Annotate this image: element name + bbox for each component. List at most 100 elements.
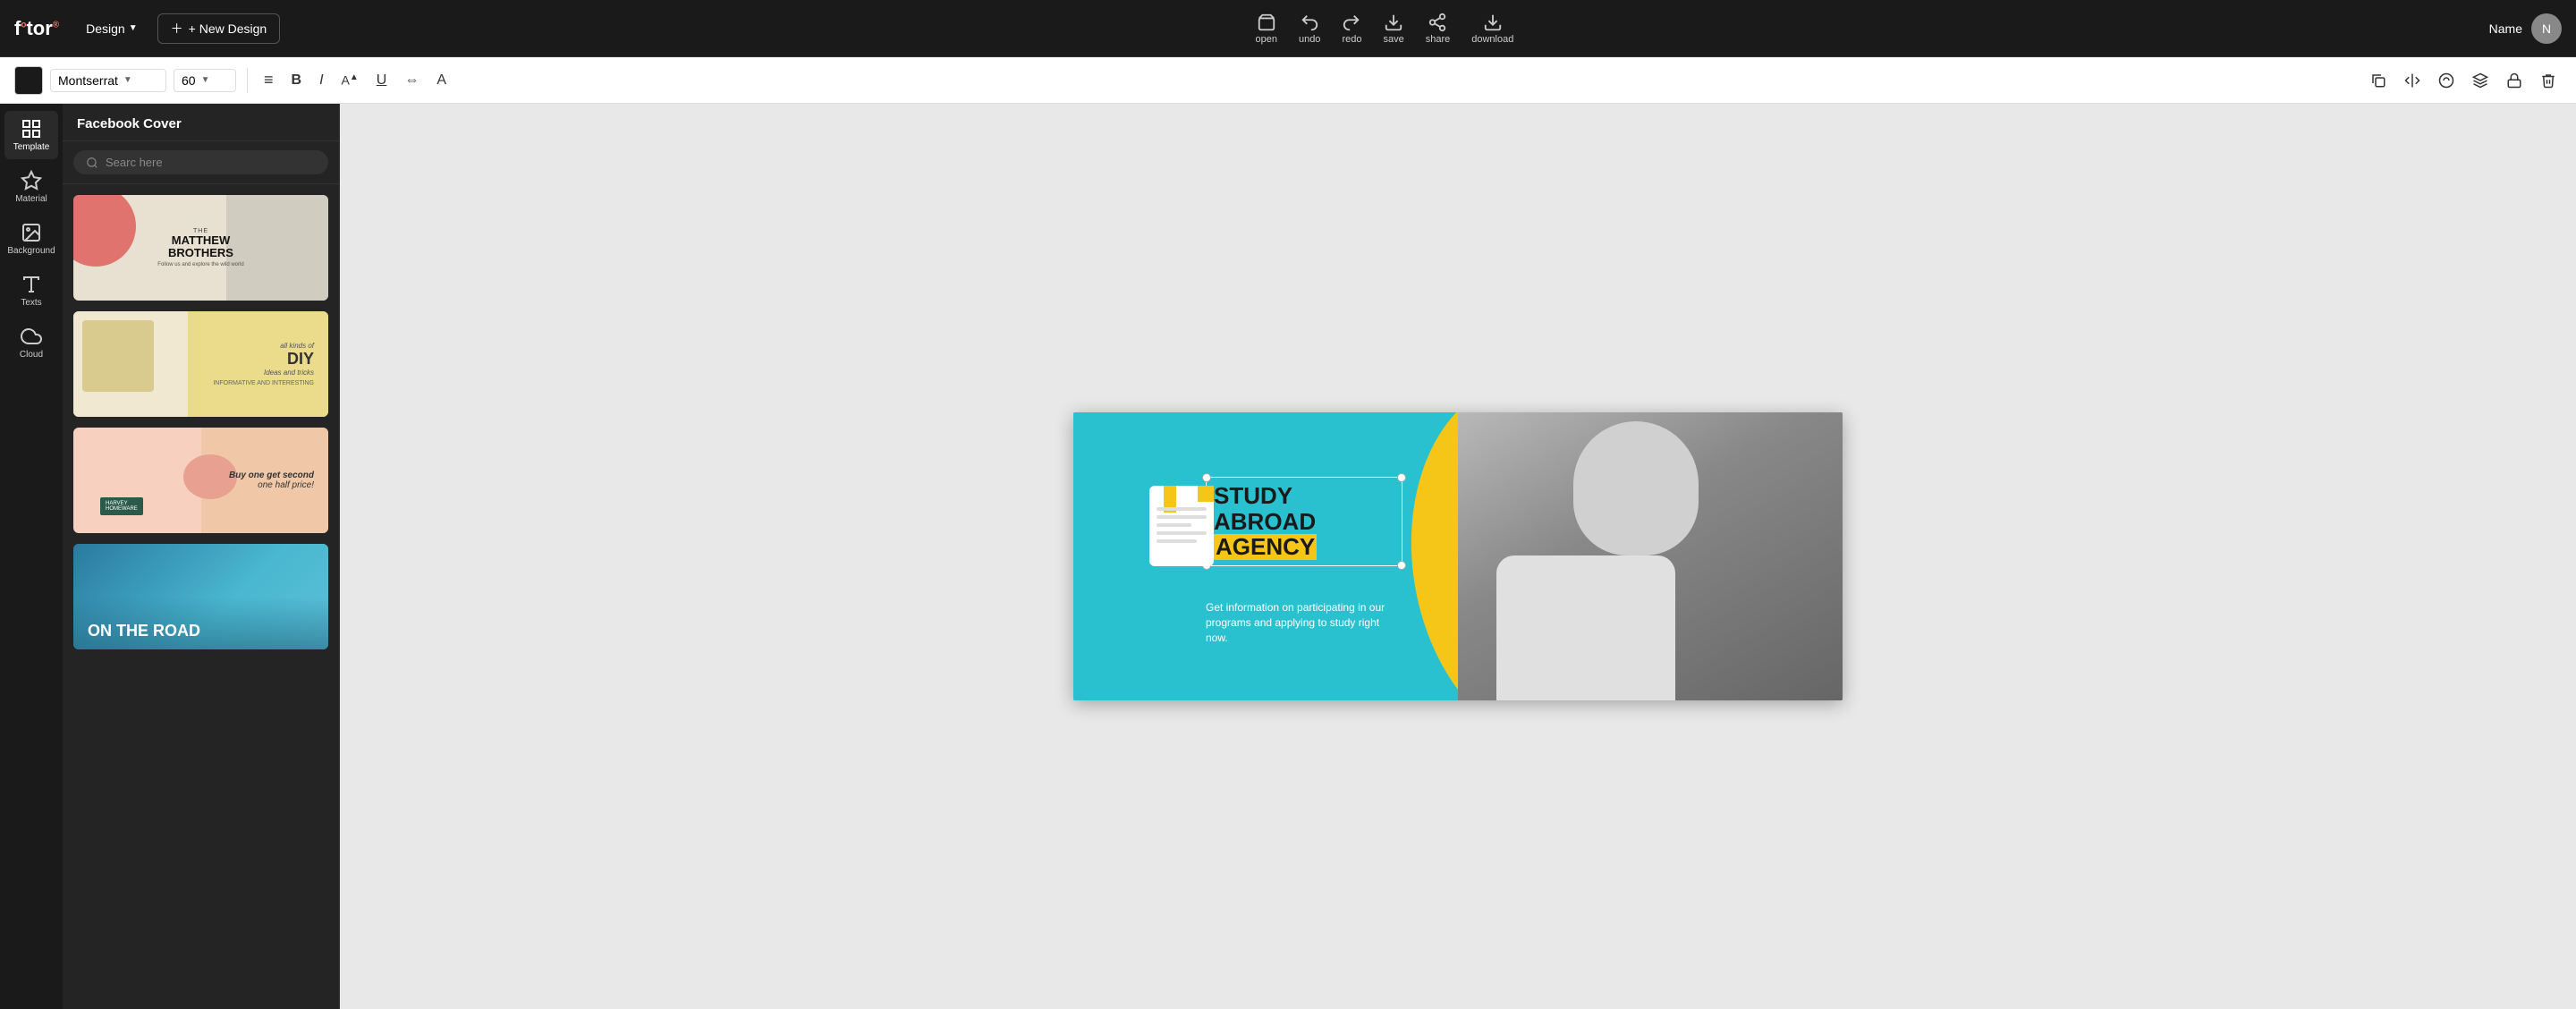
sidebar-icons: Template Material Background Texts [0, 104, 63, 1009]
lock-button[interactable] [2501, 69, 2528, 92]
template-card-harvey[interactable]: Buy one get second one half price! HARVE… [72, 426, 330, 535]
bold-icon: B [292, 72, 302, 89]
layer-button[interactable] [2467, 69, 2494, 92]
text-color-swatch[interactable] [14, 66, 43, 95]
font-size-value: 60 [182, 73, 196, 88]
format-toolbar: Montserrat ▼ 60 ▼ ≡ B I A▲ U ⇔ A [0, 57, 2576, 104]
font-size-selector[interactable]: 60 ▼ [174, 69, 236, 92]
sidebar-item-background[interactable]: Background [4, 215, 58, 263]
background-icon [21, 222, 42, 243]
bold-button[interactable]: B [286, 69, 308, 92]
font-size-chevron: ▼ [201, 75, 210, 85]
italic-icon: I [319, 72, 323, 89]
toolbar-center-actions: open undo redo save share download [291, 13, 2478, 45]
canvas-title-line1: STUDY ABROAD [1214, 483, 1394, 534]
main-area: Template Material Background Texts [0, 104, 2576, 1009]
mask-button[interactable] [2433, 69, 2460, 92]
align-icon: ≡ [264, 71, 274, 89]
search-bar [63, 141, 339, 184]
templates-grid: THE MATTHEWBROTHERS Follow us and explor… [63, 184, 339, 1009]
material-icon [21, 170, 42, 191]
harvey-label-1: Buy one get second [229, 471, 314, 480]
diy-label-1: all kinds of [213, 342, 314, 350]
diy-label-2: DIY [213, 350, 314, 369]
save-button[interactable]: save [1383, 13, 1403, 45]
sidebar-item-cloud[interactable]: Cloud [4, 318, 58, 367]
delete-button[interactable] [2535, 69, 2562, 92]
texts-icon [21, 274, 42, 295]
template-card-diy[interactable]: all kinds of DIY Ideas and tricks INFORM… [72, 309, 330, 419]
canvas-area[interactable]: STUDY ABROAD AGENCY Get information on p… [340, 104, 2576, 1009]
template-icon [21, 118, 42, 140]
flip-button[interactable] [2399, 69, 2426, 92]
sidebar-item-cloud-label: Cloud [20, 350, 43, 360]
undo-icon [1300, 13, 1319, 32]
letter-spacing-button[interactable]: ⇔ [399, 69, 424, 92]
download-button[interactable]: download [1471, 13, 1513, 45]
share-icon [1428, 13, 1447, 32]
font-family-selector[interactable]: Montserrat ▼ [50, 69, 166, 92]
canvas-subtitle: Get information on participating in our … [1206, 600, 1402, 645]
text-case-button[interactable]: A [431, 69, 452, 92]
panel-header: Facebook Cover [63, 104, 339, 141]
chevron-down-icon: ▼ [129, 23, 138, 33]
redo-button[interactable]: redo [1342, 13, 1361, 45]
sidebar-item-material-label: Material [15, 194, 47, 204]
font-family-chevron: ▼ [123, 75, 132, 85]
handle-bottom-right[interactable] [1397, 561, 1406, 570]
search-input[interactable] [106, 156, 316, 169]
canvas-design: STUDY ABROAD AGENCY Get information on p… [1073, 412, 1843, 700]
search-icon [86, 157, 98, 169]
canvas-wrapper: STUDY ABROAD AGENCY Get information on p… [1073, 412, 1843, 700]
canvas-text-element[interactable]: STUDY ABROAD AGENCY [1206, 477, 1402, 566]
font-size-adjust-button[interactable]: A▲ [336, 69, 364, 91]
canvas-title-line2: AGENCY [1214, 534, 1317, 560]
duplicate-button[interactable] [2365, 69, 2392, 92]
search-input-wrap [73, 150, 328, 174]
template-panel: Facebook Cover THE MATTHEWBROTHERS Follo… [63, 104, 340, 1009]
undo-button[interactable]: undo [1299, 13, 1320, 45]
align-button[interactable]: ≡ [258, 67, 279, 93]
template-card-road[interactable]: ON THE ROAD [72, 542, 330, 651]
avatar[interactable]: N [2531, 13, 2562, 44]
layer-icon [2472, 72, 2488, 89]
delete-icon [2540, 72, 2556, 89]
open-icon [1257, 13, 1276, 32]
logo-text: fotor® [14, 17, 59, 40]
handle-top-left[interactable] [1202, 473, 1211, 482]
mask-icon [2438, 72, 2454, 89]
font-family-value: Montserrat [58, 73, 118, 88]
canvas-photo [1458, 412, 1843, 700]
sidebar-item-template[interactable]: Template [4, 111, 58, 159]
logo: fotor® [14, 17, 59, 40]
duplicate-icon [2370, 72, 2386, 89]
design-label: Design [86, 21, 125, 36]
letter-spacing-icon: ⇔ [404, 72, 419, 89]
new-design-button[interactable]: ＋ + New Design [157, 13, 281, 44]
design-menu-button[interactable]: Design ▼ [77, 16, 147, 41]
sidebar-item-background-label: Background [7, 246, 55, 256]
photo-person [1458, 412, 1843, 700]
share-button[interactable]: share [1426, 13, 1451, 45]
sidebar-item-texts-label: Texts [21, 298, 41, 308]
font-size-adjust-icon: A▲ [342, 72, 359, 88]
italic-button[interactable]: I [314, 69, 328, 92]
save-icon [1384, 13, 1403, 32]
toolbar-right: Name N [2489, 13, 2562, 44]
harvey-label-2: one half price! [229, 480, 314, 490]
sidebar-item-material[interactable]: Material [4, 163, 58, 211]
sidebar-item-texts[interactable]: Texts [4, 267, 58, 315]
user-name: Name [2489, 21, 2522, 36]
diy-label-3: Ideas and tricks [213, 369, 314, 377]
handle-top-right[interactable] [1397, 473, 1406, 482]
harvey-badge: HARVEYHOMEWARE [100, 497, 143, 515]
underline-icon: U [377, 72, 387, 89]
format-right-actions [2365, 69, 2562, 92]
open-button[interactable]: open [1255, 13, 1276, 45]
download-icon [1483, 13, 1503, 32]
road-title: ON THE ROAD [88, 622, 200, 640]
underline-button[interactable]: U [371, 69, 393, 92]
template-card-matthew[interactable]: THE MATTHEWBROTHERS Follow us and explor… [72, 193, 330, 302]
road-text: ON THE ROAD [88, 622, 200, 640]
canvas-text-inner: STUDY ABROAD AGENCY [1207, 478, 1402, 565]
